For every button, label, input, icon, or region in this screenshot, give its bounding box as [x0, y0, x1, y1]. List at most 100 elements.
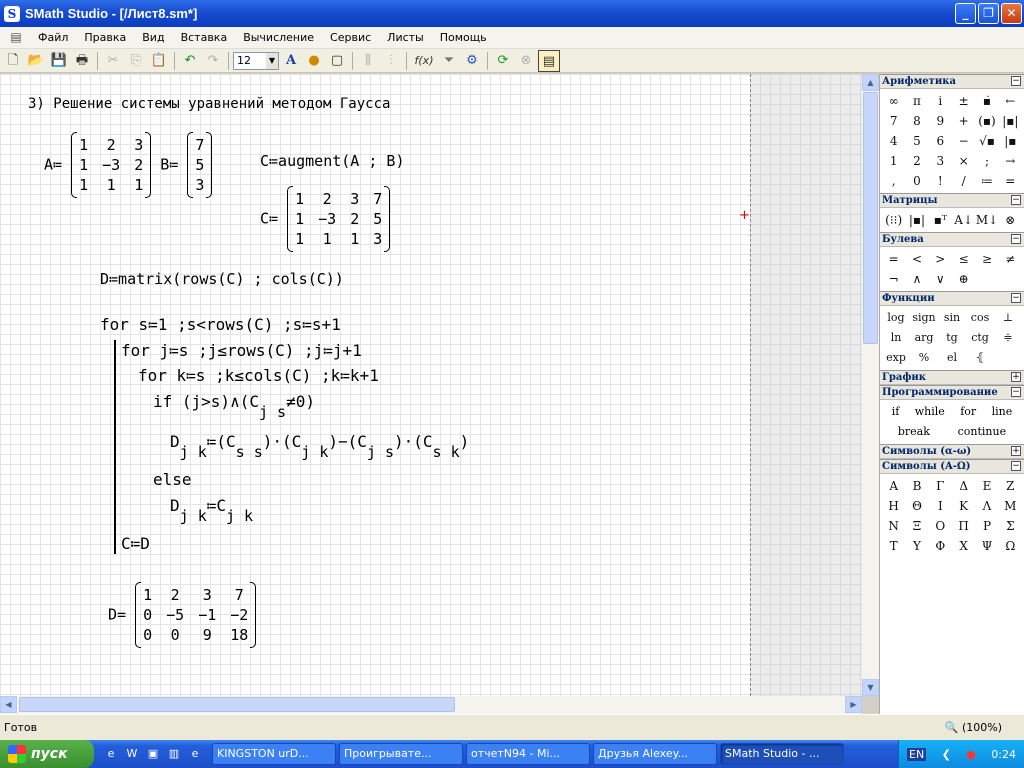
palette-button[interactable]: Ζ: [999, 476, 1022, 496]
close-button[interactable]: ✕: [1001, 3, 1022, 24]
maximize-button[interactable]: ❐: [978, 3, 999, 24]
palette-button[interactable]: ,: [882, 171, 905, 191]
menu-file[interactable]: Файл: [30, 31, 76, 44]
palette-button[interactable]: ▪̇: [975, 91, 998, 111]
scroll-up-icon[interactable]: ▲: [862, 74, 879, 91]
explorer-icon[interactable]: e: [186, 745, 204, 763]
palette-button[interactable]: break: [898, 422, 930, 442]
palette-button[interactable]: ctg: [966, 328, 994, 348]
palette-button[interactable]: Κ: [952, 496, 975, 516]
palette-button[interactable]: ≥: [975, 249, 998, 269]
palette-button[interactable]: Φ: [929, 536, 952, 556]
matrix-A-definition[interactable]: A≔ 1 2 3 1 −3 2 1 1 1 B≔ 753: [44, 132, 213, 198]
palette-button[interactable]: Τ: [882, 536, 905, 556]
scroll-right-icon[interactable]: ▶: [845, 696, 862, 713]
units-icon[interactable]: ⚙: [461, 50, 483, 72]
tray-arrow-icon[interactable]: ❮: [942, 748, 951, 761]
palette-button[interactable]: Ν: [882, 516, 905, 536]
collapse-icon[interactable]: −: [1011, 76, 1021, 86]
task-kingston[interactable]: KINGSTON urD...: [212, 743, 336, 765]
font-size-select[interactable]: 12 ▼: [233, 51, 279, 70]
menu-insert[interactable]: Вставка: [173, 31, 236, 44]
palette-button[interactable]: Δ: [952, 476, 975, 496]
palette-button[interactable]: −: [952, 131, 975, 151]
palette-button[interactable]: ≑: [994, 328, 1022, 348]
prog-header[interactable]: Программирование −: [880, 385, 1024, 400]
palette-button[interactable]: continue: [958, 422, 1007, 442]
stop-icon[interactable]: ⊗: [515, 50, 537, 72]
horizontal-scroll-thumb[interactable]: [19, 697, 455, 712]
align-icon[interactable]: ⫼: [357, 50, 379, 72]
text-region-icon[interactable]: A: [280, 50, 302, 72]
palette-button[interactable]: Γ: [929, 476, 952, 496]
palette-button[interactable]: A↓: [952, 210, 975, 230]
task-smath[interactable]: SMath Studio - ...: [720, 743, 844, 765]
minimize-button[interactable]: _: [955, 3, 976, 24]
palette-button[interactable]: ¬: [882, 269, 905, 289]
palette-button[interactable]: cos: [966, 308, 994, 328]
palette-button[interactable]: =: [882, 249, 905, 269]
arith-header[interactable]: Арифметика −: [880, 74, 1024, 89]
palette-button[interactable]: Θ: [905, 496, 928, 516]
greek-upper-header[interactable]: Символы (Α-Ω) −: [880, 459, 1024, 474]
open-icon[interactable]: 📂: [25, 50, 47, 72]
palette-button[interactable]: 4: [882, 131, 905, 151]
palette-button[interactable]: <: [905, 249, 928, 269]
palette-button[interactable]: log: [882, 308, 910, 328]
palette-button[interactable]: line: [992, 402, 1013, 422]
palette-button[interactable]: 0: [905, 171, 928, 191]
palette-button[interactable]: ;: [975, 151, 998, 171]
task-report[interactable]: отчетN94 - Mi...: [466, 743, 590, 765]
book-icon[interactable]: ▥: [165, 745, 183, 763]
palette-button[interactable]: =: [999, 171, 1022, 191]
palette-button[interactable]: ±: [952, 91, 975, 111]
cut-icon[interactable]: ✂: [102, 50, 124, 72]
menu-calc[interactable]: Вычисление: [235, 31, 322, 44]
palette-button[interactable]: Ξ: [905, 516, 928, 536]
menu-service[interactable]: Сервис: [322, 31, 379, 44]
language-indicator[interactable]: EN: [907, 747, 927, 761]
palette-button[interactable]: 6: [929, 131, 952, 151]
palette-button[interactable]: Ο: [929, 516, 952, 536]
align-center-icon[interactable]: ⫶: [380, 50, 402, 72]
save-icon[interactable]: 💾: [48, 50, 70, 72]
palette-button[interactable]: Λ: [975, 496, 998, 516]
palette-button[interactable]: M↓: [975, 210, 998, 230]
palette-button[interactable]: sign: [910, 308, 938, 328]
function-icon[interactable]: f(x): [411, 50, 437, 72]
scroll-left-icon[interactable]: ◀: [0, 696, 17, 713]
zoom-indicator[interactable]: 🔍 (100%): [945, 721, 1002, 734]
palette-button[interactable]: √▪: [975, 131, 998, 151]
palette-button[interactable]: Η: [882, 496, 905, 516]
greek-lower-header[interactable]: Символы (α-ω) +: [880, 444, 1024, 459]
menu-sheets[interactable]: Листы: [379, 31, 432, 44]
matrix-D-init[interactable]: D≔matrix(rows(C) ; cols(C)): [100, 270, 344, 288]
folder-icon[interactable]: ▣: [144, 745, 162, 763]
palette-button[interactable]: ∧: [905, 269, 928, 289]
palette-button[interactable]: ≔: [975, 171, 998, 191]
collapse-icon[interactable]: −: [1011, 461, 1021, 471]
matrix-D-result[interactable]: D= 1 2 3 7 0 −5 −1 −2 0 0 9 18: [108, 582, 257, 648]
antivirus-icon[interactable]: ●: [966, 748, 976, 761]
palette-button[interactable]: ∨: [929, 269, 952, 289]
palette-button[interactable]: →: [999, 151, 1022, 171]
palette-button[interactable]: sin: [938, 308, 966, 328]
palette-button[interactable]: ×: [952, 151, 975, 171]
palette-button[interactable]: ln: [882, 328, 910, 348]
collapse-icon[interactable]: −: [1011, 387, 1021, 397]
task-player[interactable]: Проигрывате...: [339, 743, 463, 765]
filter-icon[interactable]: ⏷: [438, 50, 460, 72]
color-icon[interactable]: ●: [303, 50, 325, 72]
document-icon[interactable]: ▤: [8, 30, 24, 46]
palette-button[interactable]: ≠: [999, 249, 1022, 269]
palette-button[interactable]: 8: [905, 111, 928, 131]
menu-view[interactable]: Вид: [134, 31, 172, 44]
palette-button[interactable]: Μ: [999, 496, 1022, 516]
title-bar[interactable]: S SMath Studio - [/Лист8.sm*] _ ❐ ✕: [0, 0, 1024, 27]
print-icon[interactable]: 🖶: [71, 50, 93, 72]
palette-button[interactable]: Ω: [999, 536, 1022, 556]
refresh-icon[interactable]: ⟳: [492, 50, 514, 72]
palette-button[interactable]: Β: [905, 476, 928, 496]
palette-button[interactable]: Ε: [975, 476, 998, 496]
palette-button[interactable]: |▪|: [999, 111, 1022, 131]
